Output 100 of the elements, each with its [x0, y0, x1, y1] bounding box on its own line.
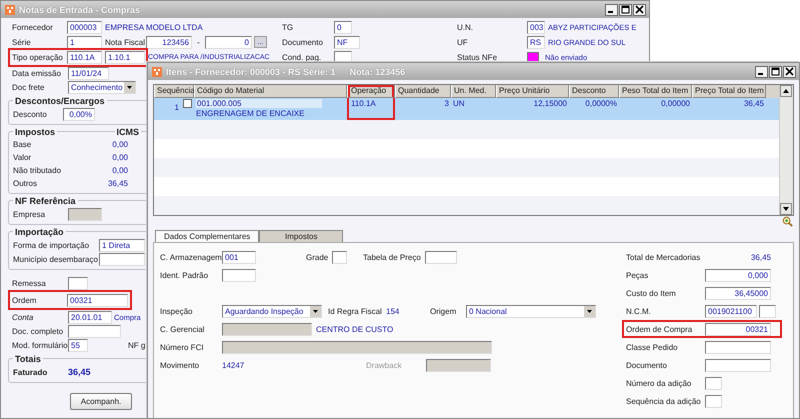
cfop-field[interactable]: 1.10.1 [105, 50, 145, 64]
value-field[interactable]: 0,000 [705, 268, 771, 282]
tg-field[interactable]: 0 [334, 20, 352, 34]
inspection-select[interactable]: Aguardando Inspeção [222, 304, 322, 318]
tax-label: Base [13, 140, 32, 149]
total-value: 36,45 [750, 252, 771, 262]
field-label: Custo do Item [626, 288, 677, 298]
field-label: Remessa [12, 278, 47, 288]
import-type-field[interactable]: 1 Direta [99, 238, 145, 252]
field-label: Doc frete [12, 82, 46, 92]
tax-label: Outros [13, 179, 38, 188]
ncm-field[interactable]: 0019021100 [705, 304, 757, 318]
maximize-icon [621, 5, 630, 14]
business-unit-field[interactable]: 003 [527, 20, 545, 34]
field-label: Tipo operação [12, 52, 64, 62]
field-label: Conta [12, 312, 34, 322]
column-heading: ICMS [114, 126, 141, 138]
field-label: Tabela de Preço [363, 252, 422, 262]
account-field[interactable]: 20.01.01 [68, 310, 112, 324]
value-field[interactable] [705, 340, 771, 354]
state-field[interactable]: RS [527, 36, 545, 48]
supplier-code-field[interactable]: 000003 [67, 20, 102, 34]
column-header[interactable]: Operação [347, 85, 395, 98]
order-field[interactable]: 00321 [67, 294, 128, 306]
discount-field[interactable]: 0,00% [63, 108, 95, 120]
maximize-button[interactable] [619, 4, 632, 16]
tab[interactable]: Dados Complementares [155, 230, 260, 242]
close-button[interactable] [783, 66, 796, 78]
value-field[interactable]: 36,45000 [705, 286, 771, 300]
issue-date-field[interactable]: 11/01/24 [68, 66, 109, 80]
field-label: Ordem de Compra [626, 324, 694, 334]
standard-id-field[interactable] [222, 268, 256, 282]
movement-number: 14247 [222, 360, 246, 370]
field-label: C. Gerencial [160, 324, 206, 334]
dropdown-icon [124, 82, 135, 92]
field-label: Nota Fiscal [105, 38, 146, 46]
ncm-extra-field[interactable] [759, 304, 776, 318]
operation-code-field[interactable]: 110.1A [67, 50, 102, 64]
field-label: UF [457, 38, 469, 46]
shipment-field[interactable] [68, 276, 88, 290]
drawback-field[interactable] [426, 358, 491, 372]
field-label: Origem [430, 306, 458, 316]
field-label: Número FCI [160, 342, 205, 352]
field-label: Doc. completo [12, 326, 64, 336]
form-model-field[interactable]: 55 [68, 338, 88, 352]
grade-field[interactable] [332, 250, 347, 264]
clearance-city-field[interactable] [99, 252, 145, 266]
field-label: Grade [306, 252, 330, 262]
invoice-number-title: Nota: 123456 [350, 66, 406, 76]
value-field[interactable]: 00321 [705, 322, 771, 336]
tab[interactable]: Impostos [259, 230, 344, 242]
close-icon [635, 5, 644, 14]
app-icon [152, 66, 162, 76]
document-field[interactable]: NF [334, 36, 360, 48]
close-button[interactable] [633, 4, 646, 16]
minimize-button[interactable] [755, 66, 768, 78]
value-field[interactable] [705, 358, 771, 372]
maximize-button[interactable] [769, 66, 782, 78]
tax-value: 0,00 [111, 166, 128, 175]
value-field[interactable] [705, 376, 722, 390]
cost-center-field[interactable] [222, 322, 312, 336]
field-label: C. Armazenagem [160, 252, 222, 262]
tax-value: 0,00 [111, 140, 128, 149]
value-field[interactable] [705, 394, 722, 408]
field-label: Classe Pedido [626, 342, 679, 352]
complete-doc-field[interactable] [68, 324, 121, 338]
field-label: Número da adição [626, 378, 692, 388]
field-label: U.N. [457, 22, 474, 32]
invoice-number-field[interactable]: 123456 [146, 36, 192, 48]
supplier-name: EMPRESA MODELO LTDA [105, 22, 203, 32]
field-label: Fornecedor [12, 22, 54, 32]
fiscal-rule-id: 154 [386, 306, 400, 316]
series-field[interactable]: 1 [67, 36, 102, 48]
table-cell: 110.1A [347, 98, 395, 120]
freight-doc-select[interactable]: Conhecimento [68, 80, 136, 94]
material-description: ENGRENAGEM DE ENCAIXE [196, 109, 306, 118]
table-row[interactable]: 1 001.000.005 ENGRENAGEM DE ENCAIXE 110.1A 3 UN 12,15000 0,0000% 0,00000 36,45 [154, 98, 779, 120]
invoice-sequence-field[interactable]: 0 [205, 36, 252, 48]
company-field[interactable] [68, 208, 102, 220]
cost-center-name: CENTRO DE CUSTO [316, 324, 394, 334]
total-value: 36,45 [68, 367, 91, 377]
row-checkbox[interactable] [183, 99, 192, 108]
origin-select[interactable]: 0 Nacional [466, 304, 596, 318]
field-label: Movimento [160, 360, 200, 370]
minimize-button[interactable] [605, 4, 618, 16]
field-label: Forma de importação [13, 240, 90, 250]
field-label: Status NFe [457, 52, 498, 62]
scroll-up-icon[interactable] [780, 85, 792, 97]
field-label: NF g [128, 340, 146, 350]
price-table-field[interactable] [425, 250, 457, 264]
field-label: Sequência da adição [626, 396, 702, 406]
field-label: Drawback [366, 360, 403, 370]
dropdown-icon [310, 306, 321, 316]
search-icon[interactable] [782, 216, 793, 227]
track-button[interactable]: Acompanh. [70, 393, 132, 410]
scrollbar[interactable] [779, 85, 793, 215]
warehouse-field[interactable]: 001 [222, 250, 256, 264]
scroll-down-icon[interactable] [780, 203, 792, 215]
field-label: Inspeção [160, 306, 194, 316]
fci-number-field[interactable] [222, 340, 492, 354]
